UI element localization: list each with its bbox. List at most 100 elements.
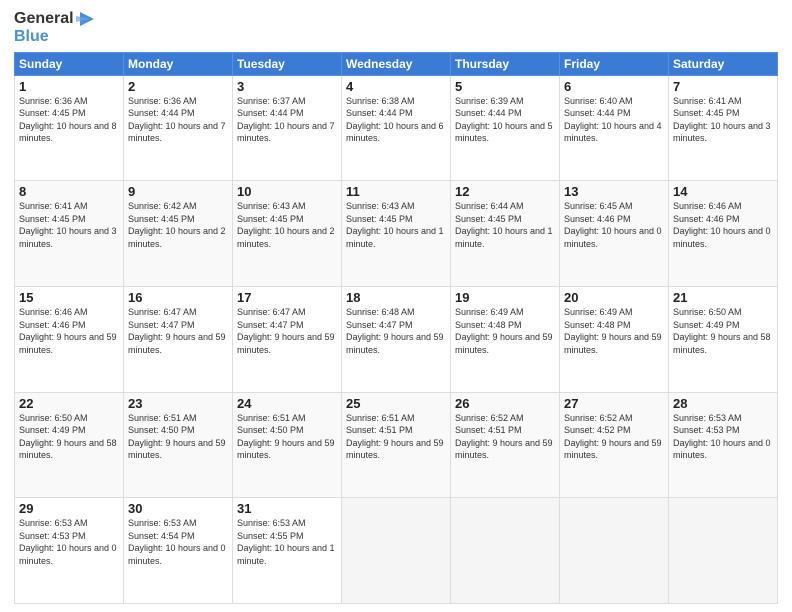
calendar-cell: 1Sunrise: 6:36 AMSunset: 4:45 PMDaylight… xyxy=(15,75,124,181)
day-info: Sunrise: 6:49 AMSunset: 4:48 PMDaylight:… xyxy=(564,306,664,356)
day-info: Sunrise: 6:53 AMSunset: 4:54 PMDaylight:… xyxy=(128,517,228,567)
day-number: 28 xyxy=(673,396,773,411)
calendar-cell: 31Sunrise: 6:53 AMSunset: 4:55 PMDayligh… xyxy=(233,498,342,604)
calendar-week-row: 29Sunrise: 6:53 AMSunset: 4:53 PMDayligh… xyxy=(15,498,778,604)
calendar-week-row: 1Sunrise: 6:36 AMSunset: 4:45 PMDaylight… xyxy=(15,75,778,181)
day-number: 9 xyxy=(128,184,228,199)
calendar-cell: 4Sunrise: 6:38 AMSunset: 4:44 PMDaylight… xyxy=(342,75,451,181)
calendar-cell: 9Sunrise: 6:42 AMSunset: 4:45 PMDaylight… xyxy=(124,181,233,287)
day-info: Sunrise: 6:53 AMSunset: 4:53 PMDaylight:… xyxy=(19,517,119,567)
calendar-cell: 20Sunrise: 6:49 AMSunset: 4:48 PMDayligh… xyxy=(560,286,669,392)
day-number: 19 xyxy=(455,290,555,305)
calendar-cell: 29Sunrise: 6:53 AMSunset: 4:53 PMDayligh… xyxy=(15,498,124,604)
day-info: Sunrise: 6:39 AMSunset: 4:44 PMDaylight:… xyxy=(455,95,555,145)
calendar-cell: 18Sunrise: 6:48 AMSunset: 4:47 PMDayligh… xyxy=(342,286,451,392)
calendar-cell: 28Sunrise: 6:53 AMSunset: 4:53 PMDayligh… xyxy=(669,392,778,498)
calendar-cell xyxy=(342,498,451,604)
day-number: 14 xyxy=(673,184,773,199)
calendar-cell: 22Sunrise: 6:50 AMSunset: 4:49 PMDayligh… xyxy=(15,392,124,498)
calendar-week-row: 8Sunrise: 6:41 AMSunset: 4:45 PMDaylight… xyxy=(15,181,778,287)
col-sunday: Sunday xyxy=(15,52,124,75)
day-number: 8 xyxy=(19,184,119,199)
day-number: 12 xyxy=(455,184,555,199)
day-info: Sunrise: 6:46 AMSunset: 4:46 PMDaylight:… xyxy=(673,200,773,250)
header: General Blue xyxy=(14,10,778,46)
calendar-header-row: Sunday Monday Tuesday Wednesday Thursday… xyxy=(15,52,778,75)
day-info: Sunrise: 6:37 AMSunset: 4:44 PMDaylight:… xyxy=(237,95,337,145)
logo: General Blue xyxy=(14,10,94,46)
day-info: Sunrise: 6:43 AMSunset: 4:45 PMDaylight:… xyxy=(237,200,337,250)
calendar-cell: 2Sunrise: 6:36 AMSunset: 4:44 PMDaylight… xyxy=(124,75,233,181)
logo-blue: Blue xyxy=(14,28,49,46)
calendar-cell: 12Sunrise: 6:44 AMSunset: 4:45 PMDayligh… xyxy=(451,181,560,287)
day-info: Sunrise: 6:36 AMSunset: 4:44 PMDaylight:… xyxy=(128,95,228,145)
logo-general: General xyxy=(14,10,74,28)
calendar-cell: 6Sunrise: 6:40 AMSunset: 4:44 PMDaylight… xyxy=(560,75,669,181)
calendar-cell: 26Sunrise: 6:52 AMSunset: 4:51 PMDayligh… xyxy=(451,392,560,498)
calendar-cell: 3Sunrise: 6:37 AMSunset: 4:44 PMDaylight… xyxy=(233,75,342,181)
col-wednesday: Wednesday xyxy=(342,52,451,75)
day-info: Sunrise: 6:44 AMSunset: 4:45 PMDaylight:… xyxy=(455,200,555,250)
day-number: 23 xyxy=(128,396,228,411)
col-thursday: Thursday xyxy=(451,52,560,75)
col-friday: Friday xyxy=(560,52,669,75)
day-number: 10 xyxy=(237,184,337,199)
day-number: 21 xyxy=(673,290,773,305)
day-number: 25 xyxy=(346,396,446,411)
day-info: Sunrise: 6:45 AMSunset: 4:46 PMDaylight:… xyxy=(564,200,664,250)
day-number: 13 xyxy=(564,184,664,199)
logo-chevron-icon xyxy=(76,10,94,28)
day-number: 22 xyxy=(19,396,119,411)
calendar-cell: 17Sunrise: 6:47 AMSunset: 4:47 PMDayligh… xyxy=(233,286,342,392)
col-saturday: Saturday xyxy=(669,52,778,75)
day-info: Sunrise: 6:41 AMSunset: 4:45 PMDaylight:… xyxy=(19,200,119,250)
day-info: Sunrise: 6:52 AMSunset: 4:51 PMDaylight:… xyxy=(455,412,555,462)
day-number: 1 xyxy=(19,79,119,94)
calendar-cell: 25Sunrise: 6:51 AMSunset: 4:51 PMDayligh… xyxy=(342,392,451,498)
day-info: Sunrise: 6:43 AMSunset: 4:45 PMDaylight:… xyxy=(346,200,446,250)
day-number: 6 xyxy=(564,79,664,94)
day-info: Sunrise: 6:49 AMSunset: 4:48 PMDaylight:… xyxy=(455,306,555,356)
day-number: 26 xyxy=(455,396,555,411)
day-number: 3 xyxy=(237,79,337,94)
calendar-cell: 8Sunrise: 6:41 AMSunset: 4:45 PMDaylight… xyxy=(15,181,124,287)
calendar-cell: 14Sunrise: 6:46 AMSunset: 4:46 PMDayligh… xyxy=(669,181,778,287)
calendar-cell: 11Sunrise: 6:43 AMSunset: 4:45 PMDayligh… xyxy=(342,181,451,287)
calendar-cell: 5Sunrise: 6:39 AMSunset: 4:44 PMDaylight… xyxy=(451,75,560,181)
day-number: 30 xyxy=(128,501,228,516)
page-container: General Blue Sunday Monday Tuesday Wedne… xyxy=(0,0,792,612)
day-number: 15 xyxy=(19,290,119,305)
day-info: Sunrise: 6:48 AMSunset: 4:47 PMDaylight:… xyxy=(346,306,446,356)
calendar-cell: 21Sunrise: 6:50 AMSunset: 4:49 PMDayligh… xyxy=(669,286,778,392)
day-info: Sunrise: 6:53 AMSunset: 4:55 PMDaylight:… xyxy=(237,517,337,567)
day-info: Sunrise: 6:51 AMSunset: 4:50 PMDaylight:… xyxy=(237,412,337,462)
day-number: 7 xyxy=(673,79,773,94)
day-info: Sunrise: 6:42 AMSunset: 4:45 PMDaylight:… xyxy=(128,200,228,250)
calendar-cell: 23Sunrise: 6:51 AMSunset: 4:50 PMDayligh… xyxy=(124,392,233,498)
calendar-cell: 15Sunrise: 6:46 AMSunset: 4:46 PMDayligh… xyxy=(15,286,124,392)
day-number: 16 xyxy=(128,290,228,305)
day-number: 29 xyxy=(19,501,119,516)
col-tuesday: Tuesday xyxy=(233,52,342,75)
day-info: Sunrise: 6:50 AMSunset: 4:49 PMDaylight:… xyxy=(19,412,119,462)
calendar-week-row: 22Sunrise: 6:50 AMSunset: 4:49 PMDayligh… xyxy=(15,392,778,498)
calendar-cell xyxy=(560,498,669,604)
day-info: Sunrise: 6:50 AMSunset: 4:49 PMDaylight:… xyxy=(673,306,773,356)
day-info: Sunrise: 6:47 AMSunset: 4:47 PMDaylight:… xyxy=(237,306,337,356)
day-number: 17 xyxy=(237,290,337,305)
day-info: Sunrise: 6:51 AMSunset: 4:50 PMDaylight:… xyxy=(128,412,228,462)
day-number: 4 xyxy=(346,79,446,94)
day-info: Sunrise: 6:38 AMSunset: 4:44 PMDaylight:… xyxy=(346,95,446,145)
day-info: Sunrise: 6:51 AMSunset: 4:51 PMDaylight:… xyxy=(346,412,446,462)
calendar-cell xyxy=(451,498,560,604)
day-number: 20 xyxy=(564,290,664,305)
day-info: Sunrise: 6:52 AMSunset: 4:52 PMDaylight:… xyxy=(564,412,664,462)
calendar-cell: 19Sunrise: 6:49 AMSunset: 4:48 PMDayligh… xyxy=(451,286,560,392)
day-number: 31 xyxy=(237,501,337,516)
day-info: Sunrise: 6:41 AMSunset: 4:45 PMDaylight:… xyxy=(673,95,773,145)
calendar-table: Sunday Monday Tuesday Wednesday Thursday… xyxy=(14,52,778,604)
day-info: Sunrise: 6:46 AMSunset: 4:46 PMDaylight:… xyxy=(19,306,119,356)
day-number: 5 xyxy=(455,79,555,94)
calendar-cell: 30Sunrise: 6:53 AMSunset: 4:54 PMDayligh… xyxy=(124,498,233,604)
day-info: Sunrise: 6:47 AMSunset: 4:47 PMDaylight:… xyxy=(128,306,228,356)
